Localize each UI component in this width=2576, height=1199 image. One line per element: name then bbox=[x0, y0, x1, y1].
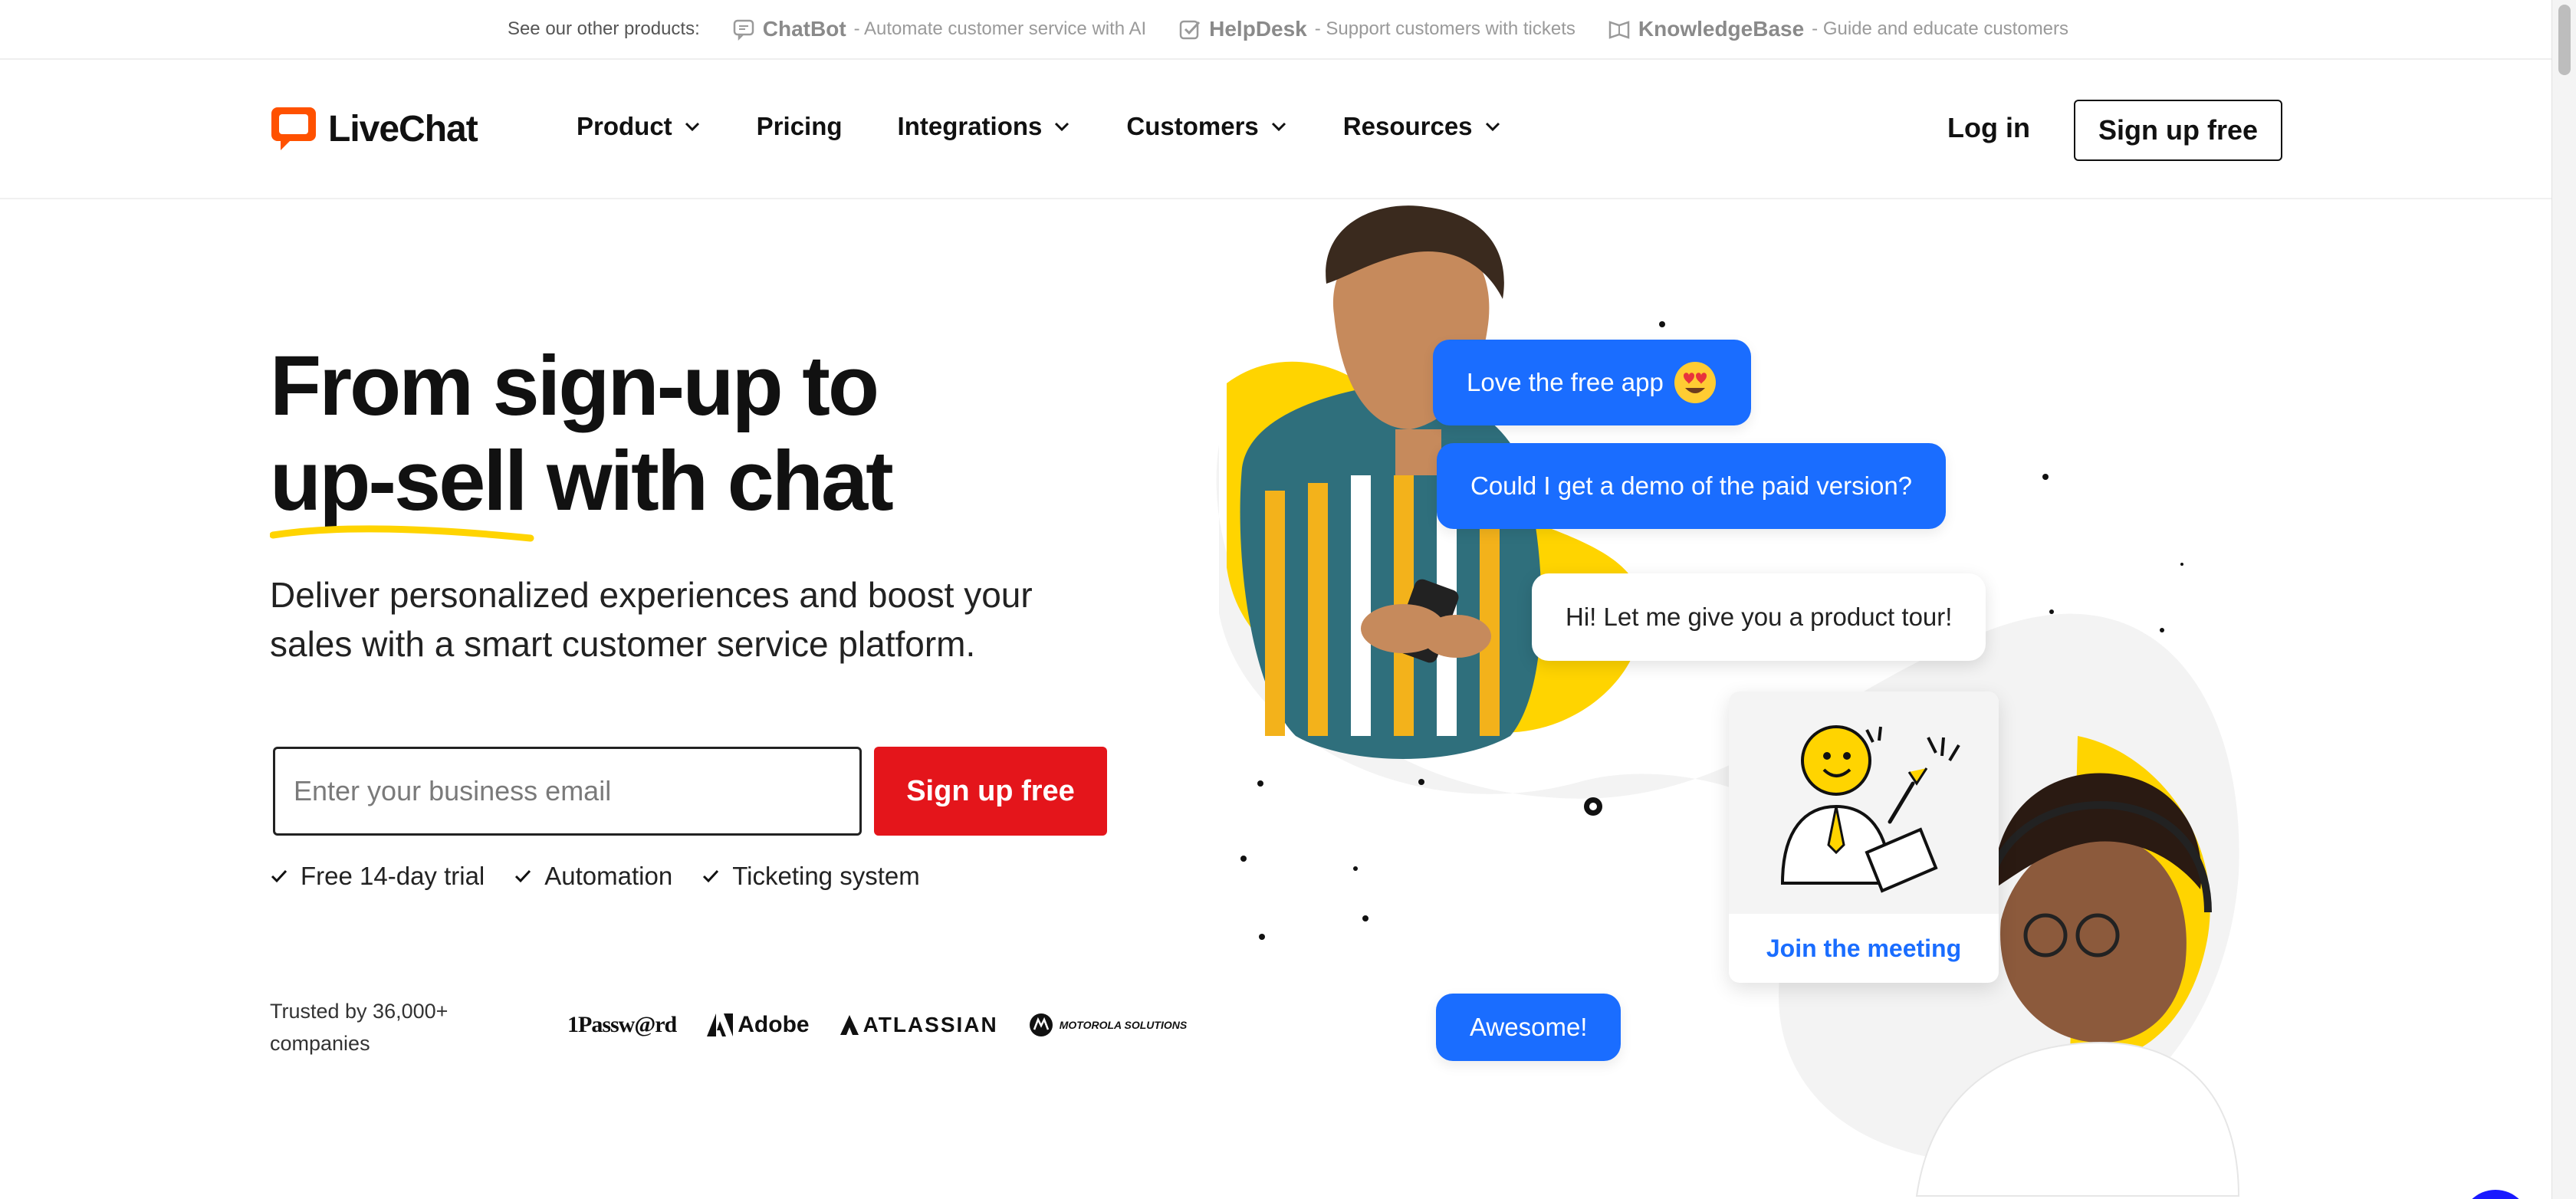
bubble-text: Hi! Let me give you a product tour! bbox=[1566, 603, 1953, 631]
hero-illustration: Love the free app Could I get a demo of … bbox=[1150, 199, 2269, 1199]
bubble-text: Awesome! bbox=[1470, 1013, 1588, 1041]
yellow-underline-swoosh bbox=[270, 525, 534, 542]
adobe-logo: Adobe bbox=[707, 1012, 810, 1038]
helpdesk-icon bbox=[1179, 20, 1201, 40]
headline-highlight: up-sell bbox=[270, 434, 527, 528]
chatbot-icon bbox=[733, 19, 754, 41]
login-link[interactable]: Log in bbox=[1947, 112, 2030, 144]
livechat-logo-icon bbox=[271, 107, 316, 150]
atlassian-text: ATLASSIAN bbox=[863, 1013, 998, 1036]
motorola-icon bbox=[1029, 1013, 1053, 1036]
chevron-down-icon bbox=[685, 122, 699, 132]
nav-item-label: Customers bbox=[1126, 112, 1259, 140]
signup-button-hero[interactable]: Sign up free bbox=[874, 747, 1107, 836]
atlassian-logo: ATLASSIAN bbox=[840, 1013, 998, 1037]
meeting-card[interactable]: Join the meeting bbox=[1729, 691, 1999, 983]
trusted-by-text: Trusted by 36,000+ companies bbox=[270, 1000, 449, 1055]
cursor-dot bbox=[1584, 797, 1602, 816]
bubble-text: Love the free app bbox=[1467, 368, 1664, 396]
nav-item-pricing[interactable]: Pricing bbox=[757, 112, 843, 141]
product-link-helpdesk[interactable]: HelpDesk - Support customers with ticket… bbox=[1178, 17, 1576, 41]
product-name: KnowledgeBase bbox=[1638, 17, 1805, 41]
feature-list: Free 14-day trial Automation Ticketing s… bbox=[270, 862, 920, 891]
meeting-illustration-icon bbox=[1780, 725, 1960, 893]
meeting-card-art bbox=[1729, 691, 1999, 914]
other-products-bar: See our other products: ChatBot - Automa… bbox=[0, 0, 2576, 60]
feature-item: Automation bbox=[514, 862, 672, 891]
adobe-text: Adobe bbox=[738, 1012, 810, 1037]
product-desc: - Automate customer service with AI bbox=[853, 18, 1147, 39]
nav-item-label: Pricing bbox=[756, 112, 843, 140]
adobe-icon bbox=[707, 1013, 734, 1036]
bubble-text: Could I get a demo of the paid version? bbox=[1470, 471, 1913, 500]
check-icon bbox=[515, 869, 531, 883]
feature-item: Ticketing system bbox=[702, 862, 920, 891]
feature-label: Free 14-day trial bbox=[301, 862, 485, 890]
headline-line-2: up-sell with chat bbox=[270, 434, 894, 529]
nav-item-customers[interactable]: Customers bbox=[1126, 112, 1287, 141]
product-name: ChatBot bbox=[762, 17, 846, 41]
business-email-input[interactable] bbox=[273, 747, 862, 836]
product-link-chatbot[interactable]: ChatBot - Automate customer service with… bbox=[732, 17, 1146, 41]
hero-headline: From sign-up to up-sell with chat bbox=[270, 339, 894, 529]
logo-text: LiveChat bbox=[328, 108, 478, 149]
chevron-down-icon bbox=[1485, 122, 1500, 132]
chevron-down-icon bbox=[1271, 122, 1286, 132]
feature-label: Ticketing system bbox=[732, 862, 920, 890]
chat-widget-button[interactable] bbox=[2461, 1190, 2530, 1199]
knowledgebase-icon bbox=[1608, 21, 1630, 39]
product-desc: - Guide and educate customers bbox=[1812, 18, 2069, 39]
nav-item-integrations[interactable]: Integrations bbox=[898, 112, 1072, 141]
chevron-down-icon bbox=[1055, 122, 1070, 132]
heart-eyes-emoji-icon bbox=[1674, 362, 1716, 403]
check-icon bbox=[703, 869, 719, 883]
feature-item: Free 14-day trial bbox=[270, 862, 485, 891]
livechat-logo[interactable]: LiveChat bbox=[270, 104, 478, 153]
feature-label: Automation bbox=[544, 862, 673, 890]
hero-subtitle: Deliver personalized experiences and boo… bbox=[270, 575, 1033, 664]
nav-item-label: Integrations bbox=[897, 112, 1043, 140]
product-desc: - Support customers with tickets bbox=[1314, 18, 1576, 39]
nav-item-label: Product bbox=[577, 112, 672, 140]
headline-rest: with chat bbox=[525, 434, 894, 528]
nav-menu: Product Pricing Integrations Customers R… bbox=[577, 112, 1502, 141]
product-name: HelpDesk bbox=[1209, 17, 1307, 41]
onepassword-logo: 1Passw@rd bbox=[567, 1012, 677, 1037]
signup-button-header[interactable]: Sign up free bbox=[2074, 100, 2282, 161]
main-nav: LiveChat Product Pricing Integrations Cu… bbox=[0, 61, 2551, 199]
scrollbar-thumb[interactable] bbox=[2558, 5, 2571, 75]
atlassian-icon bbox=[840, 1015, 859, 1035]
customer-logos: 1Passw@rd Adobe ATLASSIAN MOTOROLA SOLUT… bbox=[567, 1012, 1187, 1038]
headline-line-1: From sign-up to bbox=[270, 339, 879, 433]
chat-bubble-customer-2: Could I get a demo of the paid version? bbox=[1437, 443, 1947, 529]
join-meeting-link[interactable]: Join the meeting bbox=[1729, 914, 1999, 983]
product-link-knowledgebase[interactable]: KnowledgeBase - Guide and educate custom… bbox=[1608, 17, 2068, 41]
check-icon bbox=[271, 869, 288, 883]
chat-bubble-customer-1: Love the free app bbox=[1433, 340, 1751, 425]
nav-item-resources[interactable]: Resources bbox=[1343, 112, 1502, 141]
nav-item-label: Resources bbox=[1342, 112, 1473, 140]
nav-item-product[interactable]: Product bbox=[577, 112, 702, 141]
chat-bubble-agent: Hi! Let me give you a product tour! bbox=[1532, 573, 1986, 661]
page-scrollbar[interactable] bbox=[2551, 0, 2576, 1199]
chat-bubble-customer-3: Awesome! bbox=[1436, 994, 1622, 1061]
other-products-intro: See our other products: bbox=[507, 18, 700, 39]
